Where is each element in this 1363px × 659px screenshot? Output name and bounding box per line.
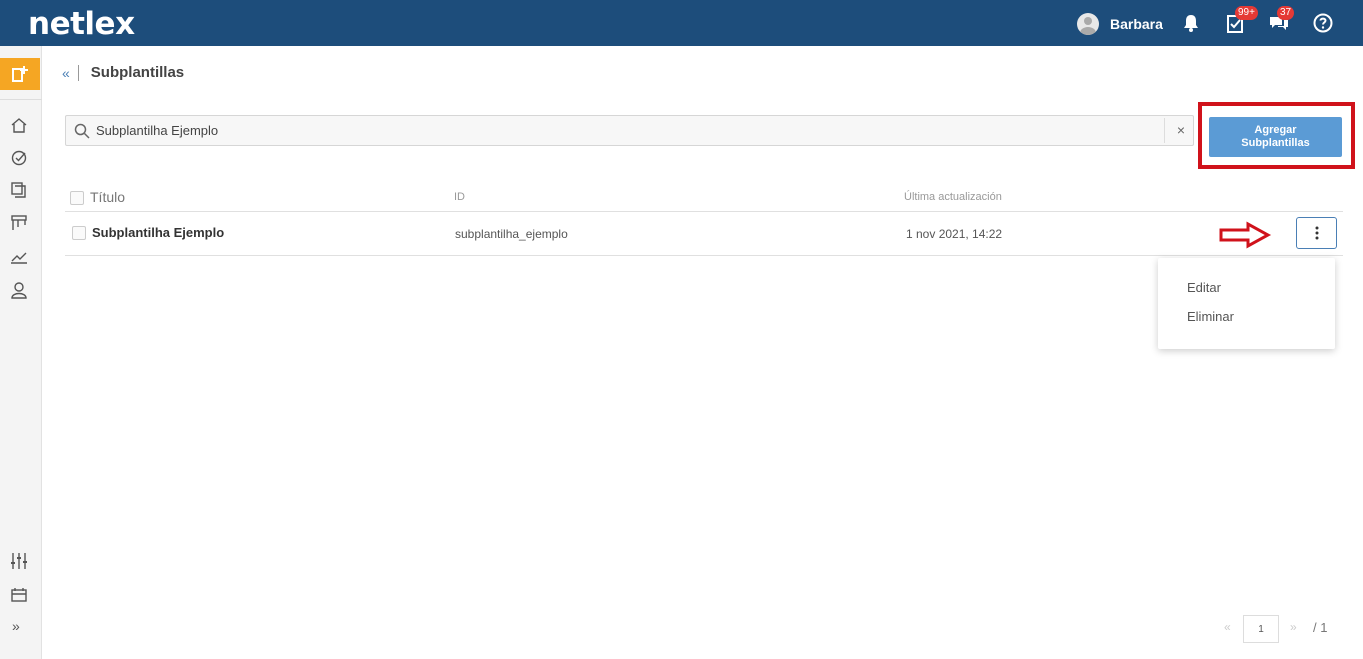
row-title[interactable]: Subplantilha Ejemplo — [92, 225, 224, 240]
search-icon — [74, 123, 90, 139]
add-button-label-2: Subplantillas — [1241, 137, 1310, 149]
pager-next[interactable]: » — [1290, 620, 1297, 634]
pager-prev[interactable]: « — [1224, 620, 1231, 634]
header-divider — [65, 211, 1343, 212]
bell-icon[interactable] — [1180, 12, 1202, 34]
add-document-icon — [12, 66, 28, 82]
menu-item-delete[interactable]: Eliminar — [1187, 309, 1234, 324]
new-item-button[interactable] — [0, 58, 40, 90]
chat-icon[interactable]: 37 — [1268, 6, 1295, 34]
top-bar: netlex Barbara 99+ 37 — [0, 0, 1363, 46]
menu-item-edit[interactable]: Editar — [1187, 280, 1221, 295]
search-divider — [1164, 118, 1165, 143]
settings-sliders-icon[interactable] — [9, 551, 29, 571]
calendar-icon[interactable] — [9, 585, 29, 605]
page-title: Subplantillas — [90, 64, 185, 81]
logo[interactable]: netlex — [28, 6, 135, 42]
column-header-id[interactable]: ID — [454, 191, 465, 203]
user-icon[interactable] — [9, 280, 29, 300]
sidebar: » — [0, 46, 42, 659]
row-options-menu: Editar Eliminar — [1158, 258, 1335, 349]
row-id: subplantilha_ejemplo — [455, 227, 568, 241]
user-menu[interactable]: Barbara — [1077, 13, 1163, 35]
red-arrow-icon — [1219, 221, 1272, 249]
sidebar-divider — [0, 99, 42, 100]
avatar — [1077, 13, 1099, 35]
tasks-icon[interactable]: 99+ — [1225, 6, 1258, 34]
row-checkbox[interactable] — [72, 226, 86, 240]
search-input[interactable] — [96, 116, 1156, 145]
messages-badge: 37 — [1277, 6, 1295, 20]
help-icon[interactable] — [1312, 12, 1334, 34]
add-subtemplate-button[interactable]: Agregar Subplantillas — [1209, 117, 1342, 157]
breadcrumb-divider — [77, 64, 79, 81]
documents-icon[interactable] — [9, 180, 29, 200]
row-divider — [65, 255, 1343, 256]
expand-sidebar-icon[interactable]: » — [12, 618, 32, 638]
kebab-menu-icon — [1315, 226, 1318, 240]
column-header-updated[interactable]: Última actualización — [904, 191, 1002, 203]
board-icon[interactable] — [9, 213, 29, 233]
row-updated: 1 nov 2021, 14:22 — [906, 227, 1003, 241]
breadcrumb: « Subplantillas — [62, 64, 184, 81]
row-options-button[interactable] — [1296, 217, 1337, 249]
back-chevron-icon[interactable]: « — [62, 65, 70, 81]
reports-icon[interactable] — [9, 247, 29, 267]
add-button-label-1: Agregar — [1254, 124, 1297, 136]
tasks-check-icon[interactable] — [9, 148, 29, 168]
home-icon[interactable] — [9, 116, 29, 136]
pager-total: / 1 — [1313, 620, 1328, 635]
tasks-badge: 99+ — [1235, 6, 1258, 20]
user-name: Barbara — [1110, 16, 1163, 32]
pager-current-input[interactable]: 1 — [1243, 615, 1279, 643]
select-all-checkbox[interactable] — [70, 191, 84, 205]
search-bar: × — [65, 115, 1194, 146]
column-header-title[interactable]: Título — [90, 189, 125, 205]
clear-search-icon[interactable]: × — [1177, 122, 1185, 138]
